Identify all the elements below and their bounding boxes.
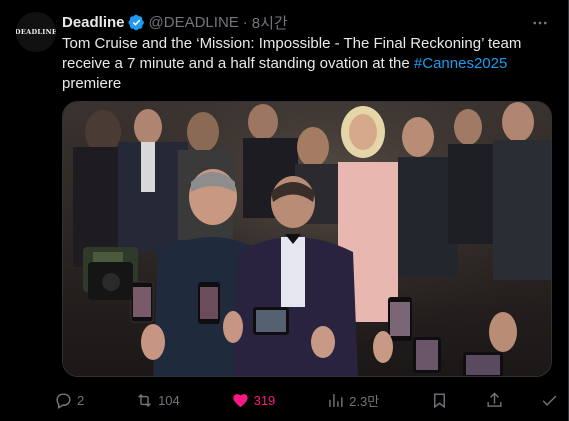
tweet-text: Tom Cruise and the ‘Mission: Impossible … — [62, 34, 552, 94]
repost-button[interactable]: 104 — [135, 391, 180, 410]
tweet-text-end: premiere — [62, 75, 122, 92]
more-icon[interactable] — [530, 13, 550, 33]
reply-count: 2 — [77, 392, 85, 408]
video-media[interactable] — [62, 101, 552, 377]
post-time[interactable]: 8시간 — [252, 12, 288, 33]
right-actions — [430, 391, 559, 410]
views-icon — [329, 393, 343, 407]
account-name[interactable]: Deadline — [62, 14, 125, 31]
like-button[interactable]: 319 — [231, 391, 276, 410]
avatar-text: DEADLINE — [16, 28, 56, 36]
like-icon — [232, 393, 248, 407]
hashtag-link[interactable]: #Cannes2025 — [414, 55, 507, 72]
account-handle[interactable]: @DEADLINE — [149, 14, 239, 31]
header-separator: · — [242, 13, 248, 31]
share-icon — [487, 391, 502, 407]
views-button[interactable]: 2.3만 — [326, 391, 379, 410]
like-count: 319 — [253, 392, 276, 408]
repost-count: 104 — [158, 392, 180, 408]
action-bar: 2 104 319 2.3만 — [54, 386, 559, 414]
repost-icon — [138, 393, 152, 407]
reply-icon — [56, 392, 71, 409]
tweet-header: Deadline @DEADLINE · 8시간 — [62, 12, 288, 32]
check-icon — [542, 395, 557, 406]
bookmark-button[interactable] — [430, 391, 449, 410]
video-frame — [63, 102, 551, 376]
views-count: 2.3만 — [349, 393, 380, 409]
avatar[interactable]: DEADLINE — [16, 12, 56, 52]
reply-button[interactable]: 2 — [54, 391, 84, 410]
share-button[interactable] — [485, 391, 504, 410]
tweet-card[interactable]: DEADLINE Deadline @DEADLINE · 8시간 Tom Cr… — [0, 0, 569, 421]
check-button[interactable] — [540, 391, 559, 410]
bookmark-icon — [434, 392, 445, 408]
verified-badge-icon — [127, 14, 144, 30]
